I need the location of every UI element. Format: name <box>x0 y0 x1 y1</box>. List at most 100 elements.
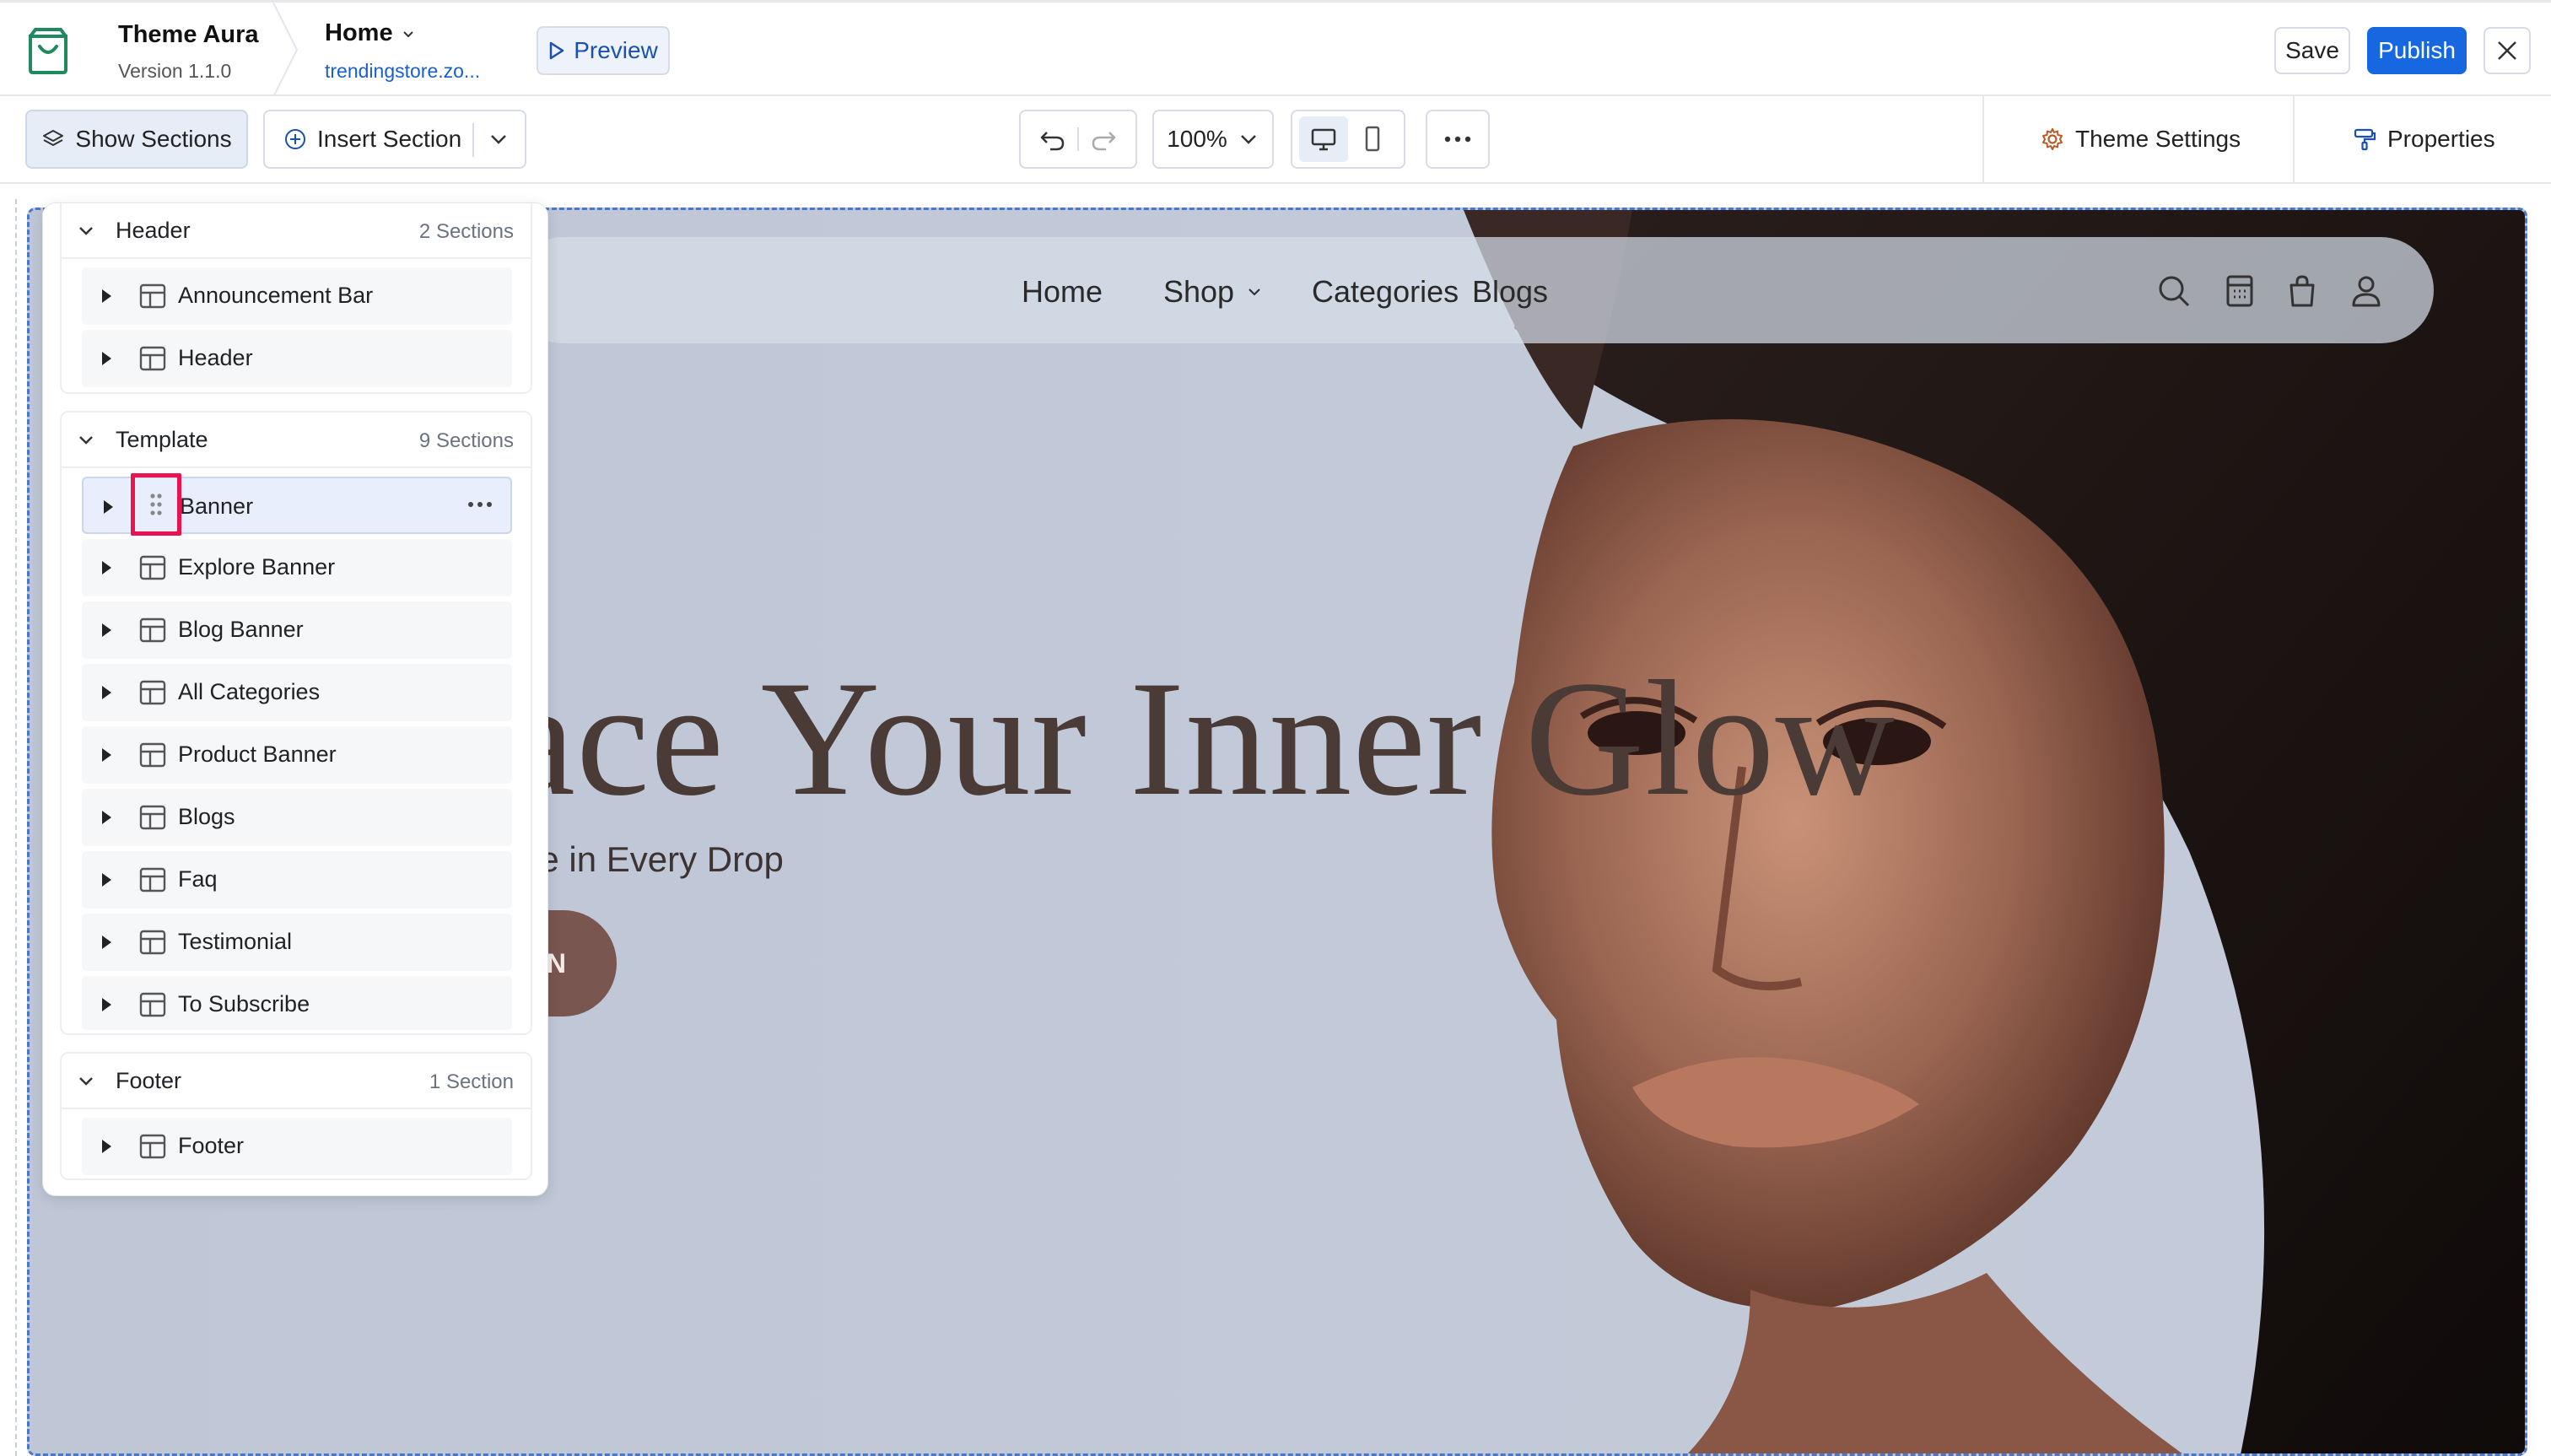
expand-caret-icon[interactable] <box>102 936 111 949</box>
expand-caret-icon[interactable] <box>102 748 111 762</box>
section-group-name: Header <box>116 218 191 243</box>
section-group-count: 9 Sections <box>418 429 514 452</box>
section-layout-icon <box>139 1134 166 1159</box>
preview-button[interactable]: Preview <box>537 26 670 75</box>
section-item-announcement-bar[interactable]: Announcement Bar <box>82 267 512 325</box>
undo-icon[interactable] <box>1038 125 1067 154</box>
shopping-bag-icon[interactable] <box>2284 272 2321 310</box>
section-item-label: Explore Banner <box>178 554 336 580</box>
user-icon[interactable] <box>2348 272 2385 310</box>
section-layout-icon <box>139 992 166 1017</box>
expand-caret-icon[interactable] <box>102 998 111 1011</box>
page-url-link[interactable]: trendingstore.zo... <box>325 60 480 83</box>
drag-handle[interactable] <box>131 473 181 536</box>
theme-settings-label: Theme Settings <box>2075 126 2241 152</box>
section-item-all-categories[interactable]: All Categories <box>82 664 512 721</box>
theme-version: Version 1.1.0 <box>118 60 232 82</box>
nav-link-blogs[interactable]: Blogs <box>1472 274 1548 310</box>
section-layout-icon <box>139 930 166 955</box>
chevron-down-icon[interactable] <box>486 127 511 152</box>
properties-button[interactable]: Properties <box>2352 110 2495 169</box>
chevron-down-icon <box>79 227 93 235</box>
nav-link-shop[interactable]: Shop <box>1163 274 1263 310</box>
section-item-banner[interactable]: Banner <box>82 473 512 536</box>
publish-button[interactable]: Publish <box>2367 27 2467 74</box>
search-icon[interactable] <box>2155 272 2192 310</box>
zoom-select[interactable]: 100% <box>1152 110 1274 169</box>
section-group-template-toggle[interactable]: Template 9 Sections <box>62 413 531 468</box>
plus-circle-icon <box>285 129 305 149</box>
section-item-product-banner[interactable]: Product Banner <box>82 726 512 784</box>
preview-label: Preview <box>574 37 658 63</box>
chevron-down-icon <box>79 436 93 445</box>
theme-settings-button[interactable]: Theme Settings <box>2040 110 2241 169</box>
section-item-label: Faq <box>178 866 218 892</box>
more-horizontal-icon[interactable] <box>467 500 493 509</box>
section-group-count: 1 Section <box>429 1070 514 1093</box>
editor-toolbar: Show Sections Insert Section 100% Theme … <box>0 96 2551 184</box>
shopping-bag-logo-icon <box>29 28 67 74</box>
show-sections-button[interactable]: Show Sections <box>25 110 248 169</box>
expand-caret-icon[interactable] <box>104 500 113 514</box>
desktop-view-button[interactable] <box>1299 116 1348 162</box>
monitor-icon <box>1311 128 1336 151</box>
expand-caret-icon[interactable] <box>102 686 111 699</box>
mobile-view-button[interactable] <box>1348 116 1397 162</box>
expand-caret-icon[interactable] <box>102 561 111 574</box>
section-group-header-toggle[interactable]: Header 2 Sections <box>62 203 531 259</box>
site-navigation-bar: Home Shop Categories Blogs <box>510 237 2434 343</box>
insert-section-button[interactable]: Insert Section <box>263 110 526 169</box>
chevron-down-icon <box>1240 135 1256 144</box>
page-selector[interactable]: Home <box>325 19 415 47</box>
expand-caret-icon[interactable] <box>102 352 111 365</box>
show-sections-label: Show Sections <box>75 126 232 152</box>
redo-icon[interactable] <box>1089 125 1118 154</box>
expand-caret-icon[interactable] <box>102 289 111 303</box>
nav-link-categories[interactable]: Categories <box>1312 274 1459 310</box>
section-group-name: Template <box>116 427 208 452</box>
section-item-label: Product Banner <box>178 741 337 767</box>
breadcrumb-separator <box>272 3 299 97</box>
section-item-label: Banner <box>180 493 254 519</box>
zoom-value: 100% <box>1167 126 1227 152</box>
divider <box>1077 127 1079 151</box>
hero-title: ace Your Inner Glow <box>502 647 1896 830</box>
section-item-blog-banner[interactable]: Blog Banner <box>82 601 512 659</box>
section-group-header: Header 2 Sections Announcement Bar Heade… <box>60 203 532 394</box>
section-group-name: Footer <box>116 1068 182 1093</box>
section-layout-icon <box>139 555 166 580</box>
nav-link-home[interactable]: Home <box>1022 274 1103 310</box>
section-group-footer-toggle[interactable]: Footer 1 Section <box>62 1054 531 1109</box>
toolbar-divider <box>1982 96 1984 184</box>
insert-section-label: Insert Section <box>317 126 462 152</box>
more-options-button[interactable] <box>1426 110 1490 169</box>
section-item-faq[interactable]: Faq <box>82 851 512 909</box>
section-item-label: Testimonial <box>178 929 293 954</box>
close-button[interactable] <box>2484 27 2531 74</box>
play-icon <box>549 41 564 60</box>
chevron-down-icon <box>402 30 413 37</box>
calculator-icon[interactable] <box>2221 272 2258 310</box>
section-item-blogs[interactable]: Blogs <box>82 789 512 846</box>
expand-caret-icon[interactable] <box>102 623 111 637</box>
section-group-count: 2 Sections <box>418 220 514 243</box>
section-item-to-subscribe[interactable]: To Subscribe <box>82 976 512 1030</box>
nav-link-shop-label: Shop <box>1163 274 1235 309</box>
paint-roller-icon <box>2354 128 2376 151</box>
device-toggle <box>1291 110 1405 169</box>
section-item-label: To Subscribe <box>178 991 310 1017</box>
expand-caret-icon[interactable] <box>102 1140 111 1153</box>
section-item-label: Footer <box>178 1133 245 1158</box>
section-layout-icon <box>139 867 166 892</box>
section-item-testimonial[interactable]: Testimonial <box>82 914 512 971</box>
section-layout-icon <box>139 283 166 309</box>
expand-caret-icon[interactable] <box>102 811 111 824</box>
section-layout-icon <box>139 617 166 643</box>
expand-caret-icon[interactable] <box>102 873 111 887</box>
sections-panel: Header 2 Sections Announcement Bar Heade… <box>42 202 548 1196</box>
save-button[interactable]: Save <box>2274 27 2350 74</box>
section-item-label: Announcement Bar <box>178 283 374 308</box>
section-item-footer[interactable]: Footer <box>82 1118 512 1175</box>
section-item-explore-banner[interactable]: Explore Banner <box>82 539 512 596</box>
section-item-header[interactable]: Header <box>82 330 512 387</box>
